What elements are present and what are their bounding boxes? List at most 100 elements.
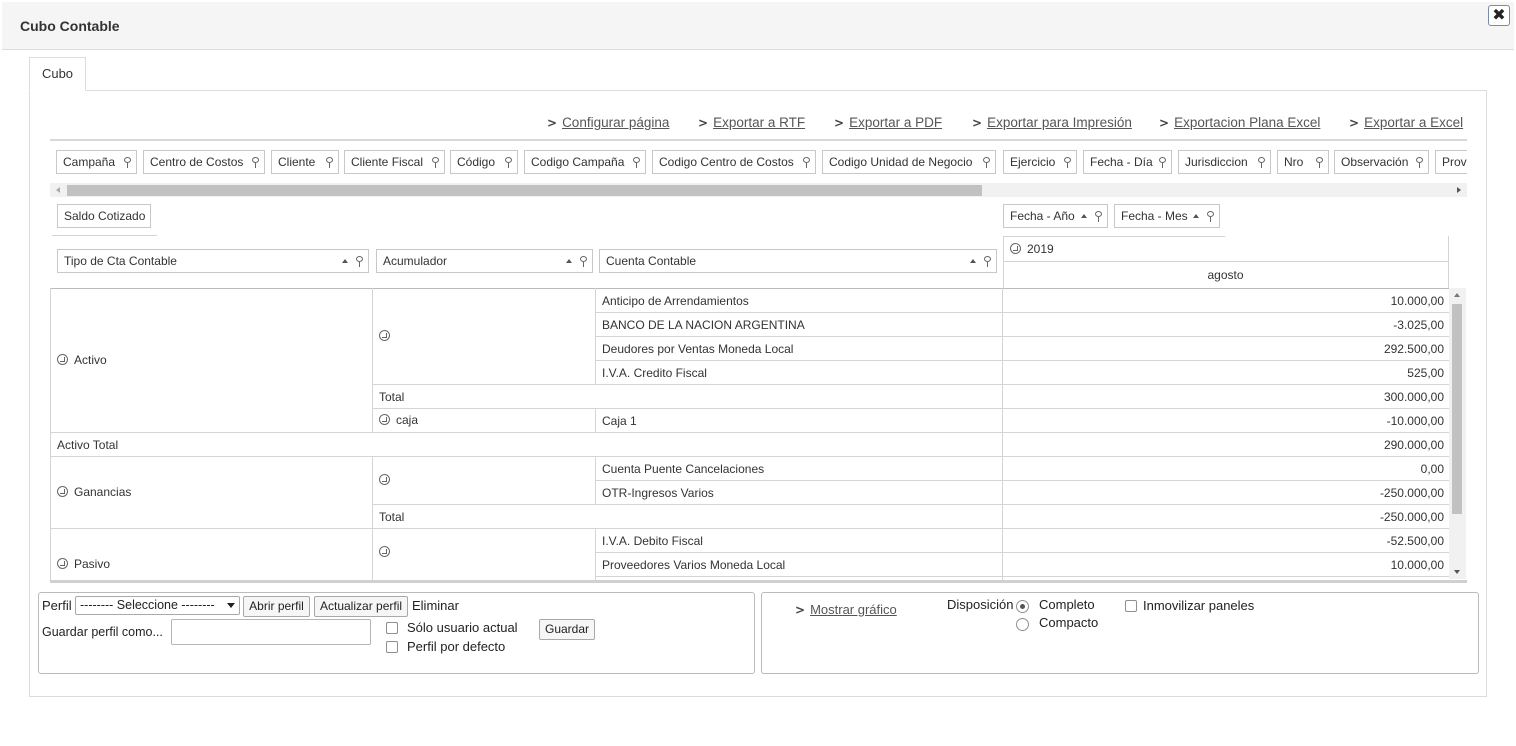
collapse-icon[interactable] — [1010, 243, 1021, 254]
collapse-icon[interactable] — [379, 474, 390, 485]
export-rtf-link[interactable]: > Exportar a RTF — [698, 115, 805, 130]
tab-cubo[interactable]: Cubo — [29, 57, 86, 91]
row-header-acumulador-caja[interactable]: caja — [379, 413, 418, 427]
freeze-panes-label: Inmovilizar paneles — [1143, 598, 1255, 613]
data-field[interactable]: Saldo Cotizado — [57, 204, 151, 228]
column-field-month[interactable]: Fecha - Mes — [1114, 204, 1220, 228]
row-header-cuenta: Deudores por Ventas Moneda Local — [602, 342, 794, 356]
export-pdf-link[interactable]: > Exportar a PDF — [834, 115, 942, 130]
scroll-left-icon[interactable] — [56, 187, 60, 193]
open-profile-button[interactable]: Abrir perfil — [243, 596, 310, 617]
pin-icon[interactable] — [1207, 211, 1214, 222]
value-cell: -10.000,00 — [1386, 414, 1444, 428]
row-field-cuenta[interactable]: Cuenta Contable — [599, 249, 997, 273]
row-header-cuenta: I.V.A. Credito Fiscal — [602, 366, 707, 380]
filter-field[interactable]: Cliente — [271, 150, 339, 174]
filter-field[interactable]: Código — [450, 150, 518, 174]
pin-icon[interactable] — [252, 157, 259, 168]
pin-icon[interactable] — [1258, 157, 1265, 168]
update-profile-button[interactable]: Actualizar perfil — [314, 596, 408, 617]
collapse-icon[interactable] — [57, 486, 68, 497]
pin-icon[interactable] — [633, 157, 640, 168]
close-icon[interactable]: ✖ — [1488, 5, 1510, 26]
collapse-icon[interactable] — [57, 558, 68, 569]
configure-page-link[interactable]: > Configurar página — [547, 115, 669, 130]
layout-complete-radio[interactable] — [1016, 600, 1029, 613]
export-flat-excel-link[interactable]: > Exportacion Plana Excel — [1159, 115, 1320, 130]
show-chart-link[interactable]: > Mostrar gráfico — [795, 602, 897, 617]
scroll-up-icon[interactable] — [1454, 293, 1460, 297]
pin-icon[interactable] — [1159, 157, 1166, 168]
collapse-icon[interactable] — [379, 330, 390, 341]
delete-profile-link[interactable]: Eliminar — [412, 598, 459, 613]
pin-icon[interactable] — [1416, 157, 1423, 168]
pin-icon[interactable] — [1095, 211, 1102, 222]
filter-field[interactable]: Campaña — [56, 150, 137, 174]
pin-icon[interactable] — [984, 256, 991, 267]
subtotal-value: -250.000,00 — [1379, 510, 1444, 524]
scroll-thumb[interactable] — [67, 185, 982, 196]
filter-field[interactable]: Codigo Campaña — [524, 150, 646, 174]
sort-asc-icon[interactable] — [342, 259, 348, 263]
pin-icon[interactable] — [326, 157, 333, 168]
row-header-pasivo[interactable]: Pasivo — [57, 557, 110, 571]
filter-field[interactable]: Nro — [1277, 150, 1329, 174]
row-header-cuenta: BANCO DE LA NACION ARGENTINA — [602, 318, 805, 332]
filter-field[interactable]: Fecha - Día — [1083, 150, 1172, 174]
vertical-scrollbar[interactable] — [1449, 288, 1466, 579]
row-header-acumulador[interactable] — [379, 545, 396, 559]
filter-field[interactable]: Codigo Centro de Costos — [652, 150, 816, 174]
filter-field[interactable]: Cliente Fiscal — [344, 150, 445, 174]
save-profile-button[interactable]: Guardar — [539, 619, 595, 640]
pin-icon[interactable] — [1316, 157, 1323, 168]
dialog-title-bar: Cubo Contable — [2, 2, 1514, 50]
pin-icon[interactable] — [983, 157, 990, 168]
filter-field[interactable]: Observación — [1334, 150, 1429, 174]
filter-field[interactable]: Ejercicio — [1003, 150, 1077, 174]
row-header-acumulador[interactable] — [379, 473, 396, 487]
pin-icon[interactable] — [1064, 157, 1071, 168]
filter-field[interactable]: Codigo Unidad de Negocio — [822, 150, 996, 174]
column-field-year[interactable]: Fecha - Año — [1003, 204, 1108, 228]
filter-fields-area: Campaña Centro de Costos Cliente Cliente… — [50, 139, 1467, 197]
save-as-input[interactable] — [171, 619, 371, 645]
filter-field[interactable]: Jurisdiccion — [1178, 150, 1271, 174]
sort-asc-icon[interactable] — [1193, 214, 1199, 218]
only-current-user-checkbox[interactable] — [386, 622, 398, 634]
collapse-icon[interactable] — [57, 354, 68, 365]
scroll-thumb[interactable] — [1452, 304, 1462, 514]
subtotal-label: Total — [379, 510, 405, 524]
pin-icon[interactable] — [580, 256, 587, 267]
value-cell: 10.000,00 — [1390, 294, 1444, 308]
row-header-activo[interactable]: Activo — [57, 353, 107, 367]
pin-icon[interactable] — [803, 157, 810, 168]
pin-icon[interactable] — [432, 157, 439, 168]
pin-icon[interactable] — [505, 157, 512, 168]
horizontal-scrollbar[interactable] — [50, 183, 1467, 197]
row-header-ganancias[interactable]: Ganancias — [57, 485, 131, 499]
filter-field[interactable]: Centro de Costos — [143, 150, 265, 174]
row-field-tipo[interactable]: Tipo de Cta Contable — [57, 249, 369, 273]
dialog-title: Cubo Contable — [20, 18, 120, 34]
freeze-panes-checkbox[interactable] — [1125, 600, 1137, 612]
row-header-acumulador[interactable] — [379, 329, 396, 343]
row-field-acumulador[interactable]: Acumulador — [376, 249, 593, 273]
chevron-right-icon: > — [1349, 116, 1360, 130]
filter-field[interactable]: Prov — [1435, 150, 1467, 174]
default-profile-checkbox[interactable] — [386, 641, 398, 653]
profile-select[interactable]: -------- Seleccione -------- — [75, 596, 240, 615]
collapse-icon[interactable] — [379, 414, 390, 425]
chevron-right-icon: > — [547, 116, 558, 130]
export-print-link[interactable]: > Exportar para Impresión — [972, 115, 1132, 130]
collapse-icon[interactable] — [379, 546, 390, 557]
column-header-year[interactable]: 2019 — [1010, 242, 1054, 256]
scroll-down-icon[interactable] — [1454, 570, 1460, 574]
layout-compact-radio[interactable] — [1016, 618, 1029, 631]
pin-icon[interactable] — [356, 256, 363, 267]
scroll-right-icon[interactable] — [1457, 187, 1461, 193]
sort-asc-icon[interactable] — [566, 259, 572, 263]
sort-asc-icon[interactable] — [970, 259, 976, 263]
export-excel-link[interactable]: > Exportar a Excel — [1349, 115, 1463, 130]
pin-icon[interactable] — [124, 157, 131, 168]
sort-asc-icon[interactable] — [1081, 214, 1087, 218]
